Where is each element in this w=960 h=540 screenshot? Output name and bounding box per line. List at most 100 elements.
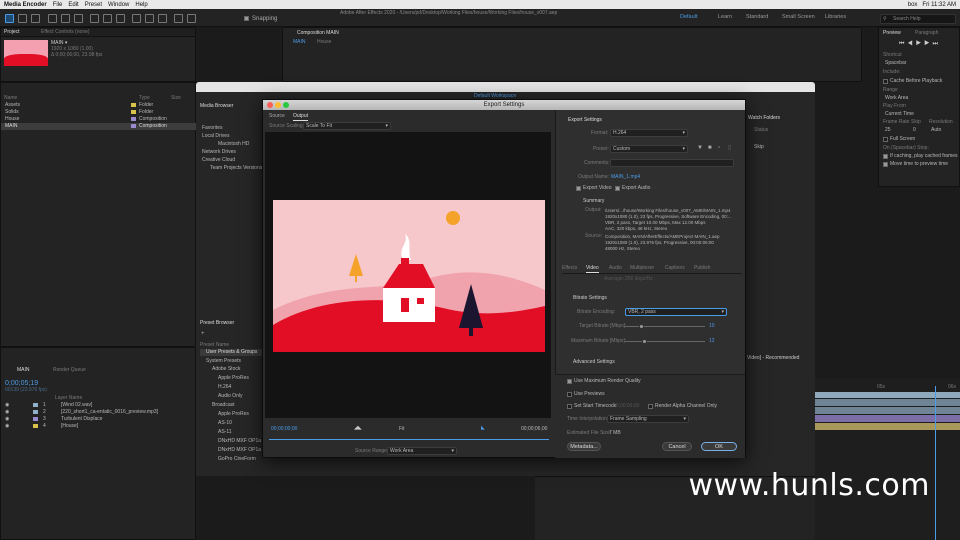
tab-effects[interactable]: Effects	[562, 265, 577, 272]
tab-captions[interactable]: Captions	[665, 265, 685, 272]
menu-preset[interactable]: Preset	[85, 2, 102, 8]
mb-network-drives[interactable]: Network Drives	[202, 149, 236, 156]
output-name-link[interactable]: MAIN_1.mp4	[611, 174, 640, 181]
target-bitrate-slider[interactable]	[625, 326, 705, 327]
tab-composition[interactable]: Composition MAIN	[297, 30, 339, 37]
preset-browser-tab[interactable]: Preset Browser	[200, 320, 234, 327]
zoom-tool-icon[interactable]	[31, 14, 40, 23]
mb-team-projects[interactable]: Team Projects Versions	[210, 165, 262, 172]
playback-controls-icon[interactable]: ⏮◀▶▶⏭	[899, 40, 941, 48]
add-preset-icon[interactable]: +	[201, 330, 205, 338]
eraser-tool-icon[interactable]	[158, 14, 167, 23]
fit-select[interactable]: Fit	[399, 426, 405, 433]
source-scaling-select[interactable]: Scale To Fit ▾	[303, 122, 391, 130]
media-browser-tab[interactable]: Media Browser	[200, 103, 233, 110]
app-menu[interactable]: Media Encoder	[4, 2, 47, 8]
hand-tool-icon[interactable]	[18, 14, 27, 23]
pen-tool-icon[interactable]	[103, 14, 112, 23]
preset-item[interactable]: Audio Only	[218, 393, 242, 400]
list-item[interactable]: MAIN Composition	[1, 123, 197, 130]
timeline-tracks[interactable]: 05s 06s	[815, 378, 960, 540]
preset-item[interactable]: AS-10	[218, 420, 232, 427]
snapping-checkbox[interactable]	[244, 16, 249, 21]
menu-file[interactable]: File	[53, 2, 63, 8]
eye-icon[interactable]: ◉	[5, 423, 9, 430]
resolution-value[interactable]: Auto	[931, 127, 941, 134]
crumb-main[interactable]: MAIN	[293, 39, 306, 46]
table-row[interactable]: ◉ 4 [House]	[1, 423, 197, 430]
preset-item[interactable]: Apple ProRes	[218, 375, 249, 382]
tab-paragraph[interactable]: Paragraph	[915, 30, 938, 37]
preset-item[interactable]: GoPro CineForm	[218, 456, 256, 463]
workspace-learn[interactable]: Learn	[718, 14, 732, 20]
workspace-default[interactable]: Default	[680, 14, 697, 20]
source-range-select[interactable]: Work Area ▾	[387, 447, 457, 455]
use-previews-checkbox[interactable]	[567, 392, 572, 397]
table-row[interactable]: ◉ 3 Turbulent Displace	[1, 416, 197, 423]
zoom-icon[interactable]	[283, 102, 289, 108]
source-range-bar[interactable]	[269, 439, 549, 440]
tab-output[interactable]: Output	[293, 113, 309, 121]
queue-preset[interactable]: Video] - Recommended	[747, 355, 799, 362]
eye-icon[interactable]: ◉	[5, 416, 9, 423]
bitrate-settings-heading[interactable]: Bitrate Settings	[573, 295, 607, 302]
start-timecode-value[interactable]: 00;00;00;00	[613, 403, 639, 410]
menu-edit[interactable]: Edit	[68, 2, 78, 8]
tab-video[interactable]: Video	[586, 265, 599, 273]
max-render-quality-checkbox[interactable]	[567, 379, 572, 384]
layer-bar[interactable]	[815, 415, 960, 422]
full-screen-checkbox[interactable]	[883, 137, 888, 142]
mb-creative-cloud[interactable]: Creative Cloud	[202, 157, 235, 164]
preset-select[interactable]: Custom ▾	[610, 145, 688, 153]
tab-publish[interactable]: Publish	[694, 265, 710, 272]
preset-item[interactable]: Broadcast	[212, 402, 235, 409]
mark-in-icon[interactable]: ◢◣	[354, 425, 362, 432]
mb-favorites[interactable]: Favorites	[202, 125, 223, 132]
play-from-value[interactable]: Current Time	[885, 111, 914, 118]
ok-button[interactable]: OK	[701, 442, 737, 451]
list-item[interactable]: Assets Folder	[1, 102, 197, 109]
comments-field[interactable]	[610, 159, 734, 167]
menu-help[interactable]: Help	[135, 2, 147, 8]
pan-behind-tool-icon[interactable]	[74, 14, 83, 23]
preset-item[interactable]: System Presets	[206, 358, 241, 365]
preset-item[interactable]: Adobe Stock	[212, 366, 240, 373]
layer-bar[interactable]	[815, 399, 960, 406]
box-icon[interactable]: box	[908, 2, 918, 8]
search-help-field[interactable]: ⚲ Search Help	[880, 14, 956, 24]
cancel-button[interactable]: Cancel	[662, 442, 692, 451]
target-bitrate-knob[interactable]	[639, 324, 644, 329]
preset-item[interactable]: H.264	[218, 384, 231, 391]
table-row[interactable]: ◉ 2 [220_short1_ca-entatic_0016_preview.…	[1, 409, 197, 416]
rotate-tool-icon[interactable]	[48, 14, 57, 23]
summary-heading[interactable]: Summary	[583, 198, 604, 205]
time-interpolation-select[interactable]: Frame Sampling ▾	[607, 415, 689, 423]
eye-icon[interactable]: ◉	[5, 409, 9, 416]
selection-tool-icon[interactable]	[5, 14, 14, 23]
crumb-house[interactable]: House	[317, 39, 331, 46]
tab-timeline-main[interactable]: MAIN	[17, 367, 30, 374]
timecode-in[interactable]: 00;00;00;00	[271, 426, 297, 433]
preset-item[interactable]: DNxHD MXF OP1a	[218, 438, 261, 445]
preset-row-selected[interactable]: User Presets & Groups	[200, 349, 262, 356]
work-area-bar[interactable]	[815, 392, 960, 398]
folder-icon[interactable]: ▫	[718, 144, 720, 152]
mask-tool-icon[interactable]	[90, 14, 99, 23]
settings-icon[interactable]: ◣	[481, 425, 485, 432]
list-item[interactable]: Solids Folder	[1, 109, 197, 116]
export-audio-checkbox[interactable]	[615, 186, 620, 191]
export-settings-section[interactable]: Export Settings	[568, 117, 602, 124]
tab-project[interactable]: Project	[4, 29, 20, 36]
roto-tool-icon[interactable]	[174, 14, 183, 23]
playhead[interactable]	[935, 386, 936, 540]
render-alpha-checkbox[interactable]	[648, 404, 653, 409]
preset-item[interactable]: DNxHD MXF OP1a	[218, 447, 261, 454]
tab-multiplexer[interactable]: Multiplexer	[630, 265, 654, 272]
brush-tool-icon[interactable]	[132, 14, 141, 23]
import-preset-icon[interactable]: ■	[708, 144, 712, 152]
max-bitrate-slider[interactable]	[625, 341, 705, 342]
tab-effect-controls[interactable]: Effect Controls (none)	[41, 29, 90, 36]
tab-preview[interactable]: Preview	[883, 30, 901, 37]
metadata-button[interactable]: Metadata...	[567, 442, 601, 451]
cache-checkbox[interactable]	[883, 79, 888, 84]
